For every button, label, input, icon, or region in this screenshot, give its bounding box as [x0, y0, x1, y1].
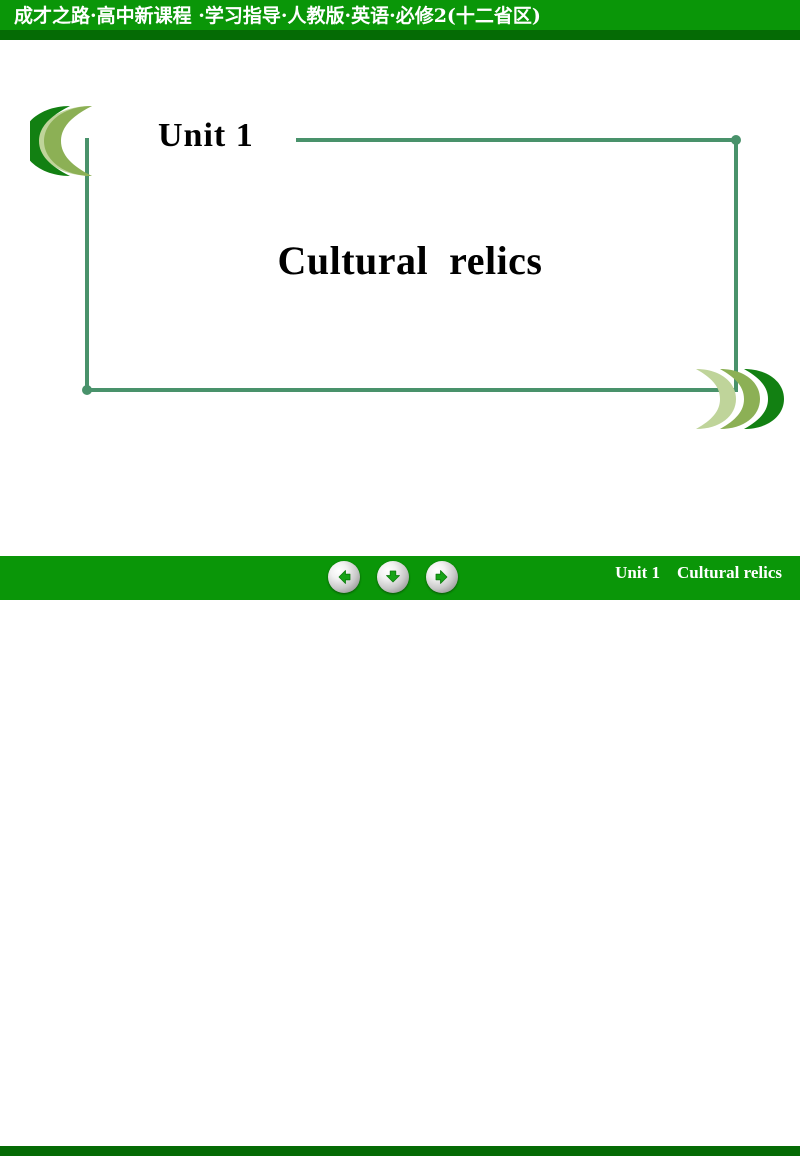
- header-band-shadow: [0, 30, 800, 40]
- frame-line-bottom: [85, 388, 738, 392]
- arrow-right-icon: [432, 567, 452, 587]
- frame-corner-dot-bottom-left: [82, 385, 92, 395]
- page-title: Cultural relics: [277, 238, 543, 283]
- arrow-down-icon: [383, 567, 403, 587]
- next-slide-button[interactable]: [426, 561, 458, 593]
- down-slide-button[interactable]: [377, 561, 409, 593]
- frame-line-top: [296, 138, 738, 142]
- footer-unit-label: Unit 1 Cultural relics: [615, 563, 782, 582]
- chevron-left-decoration: [22, 104, 136, 183]
- footer-navigation: [328, 560, 458, 594]
- unit-label: Unit 1: [158, 117, 254, 154]
- header-band: 成才之路·高中新课程 ·学习指导·人教版·英语·必修2(十二省区): [0, 0, 800, 40]
- previous-slide-button[interactable]: [328, 561, 360, 593]
- header-title: 成才之路·高中新课程 ·学习指导·人教版·英语·必修2(十二省区): [14, 5, 541, 27]
- footer-band-shadow: [0, 1146, 800, 1156]
- frame-corner-dot-top-right: [731, 135, 741, 145]
- chevron-right-decoration: [690, 367, 786, 436]
- arrow-left-icon: [334, 567, 354, 587]
